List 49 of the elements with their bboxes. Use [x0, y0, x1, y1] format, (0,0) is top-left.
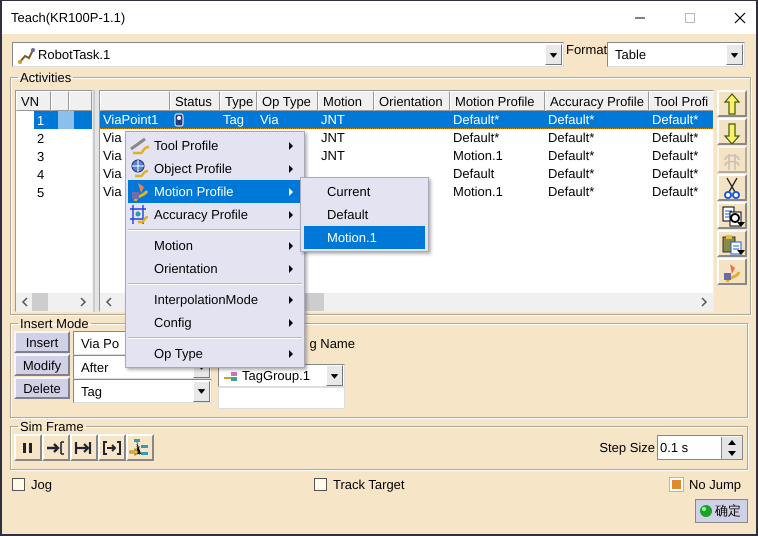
column-header: Type	[220, 91, 257, 111]
field-label: g Name	[309, 335, 355, 353]
table-cell: Default*	[652, 112, 698, 126]
table-cell: Default*	[652, 130, 698, 145]
table-cell: Tag	[223, 112, 244, 126]
format-label: Format	[566, 42, 607, 57]
column-header: Status	[170, 91, 220, 111]
group-title: Activities	[19, 70, 72, 85]
table-cell: Default*	[453, 112, 500, 126]
table-cell: Default*	[548, 184, 594, 199]
table-cell: ViaPoint1	[103, 112, 158, 126]
column-header: VN	[16, 91, 51, 111]
table-cell: Default*	[652, 166, 698, 181]
table-cell: Motion.1	[453, 148, 503, 163]
checkbox-label: Track Target	[333, 476, 405, 492]
field-label: Step Size	[599, 440, 655, 455]
table-cell: Default*	[652, 148, 698, 163]
table-cell: Default*	[548, 148, 594, 163]
table-cell-text: 2	[36, 130, 46, 146]
group-title: Sim Frame	[19, 419, 85, 434]
table-cell: Via	[103, 130, 122, 145]
table-cell: JNT	[321, 112, 345, 126]
column-header: Orientation	[374, 91, 450, 111]
table-cell: Default*	[652, 184, 698, 199]
table-cell: Default	[453, 166, 494, 181]
table-cell: Motion.1	[453, 184, 503, 199]
table-cell: Via	[103, 166, 122, 181]
checkbox-label: Jog	[31, 476, 52, 492]
column-header: Motion Profile	[450, 91, 545, 111]
table-cell: Via	[260, 112, 279, 126]
table-cell-text: 5	[36, 184, 46, 200]
column-header: Accuracy Profile	[545, 91, 649, 111]
table-cell: JNT	[321, 148, 345, 163]
table-cell: Default*	[548, 130, 594, 145]
table-cell-text: 1	[36, 112, 46, 128]
table-cell: Default*	[548, 112, 594, 126]
table-cell: Default*	[548, 166, 594, 181]
column-header: Op Type	[257, 91, 318, 111]
column-header: Motion	[318, 91, 374, 111]
table-cell: Default*	[453, 130, 500, 145]
checkbox-label: No Jump	[689, 476, 742, 492]
table-cell: JNT	[321, 130, 345, 145]
window-title: Teach(KR100P-1.1)	[11, 10, 126, 25]
group-title: Insert Mode	[19, 316, 90, 331]
table-cell: Via	[103, 148, 122, 163]
table-cell: Via	[103, 184, 122, 199]
column-header: Tool Profi	[649, 91, 713, 111]
table-cell-text: 3	[36, 148, 46, 164]
table-cell-text: 4	[36, 166, 46, 182]
